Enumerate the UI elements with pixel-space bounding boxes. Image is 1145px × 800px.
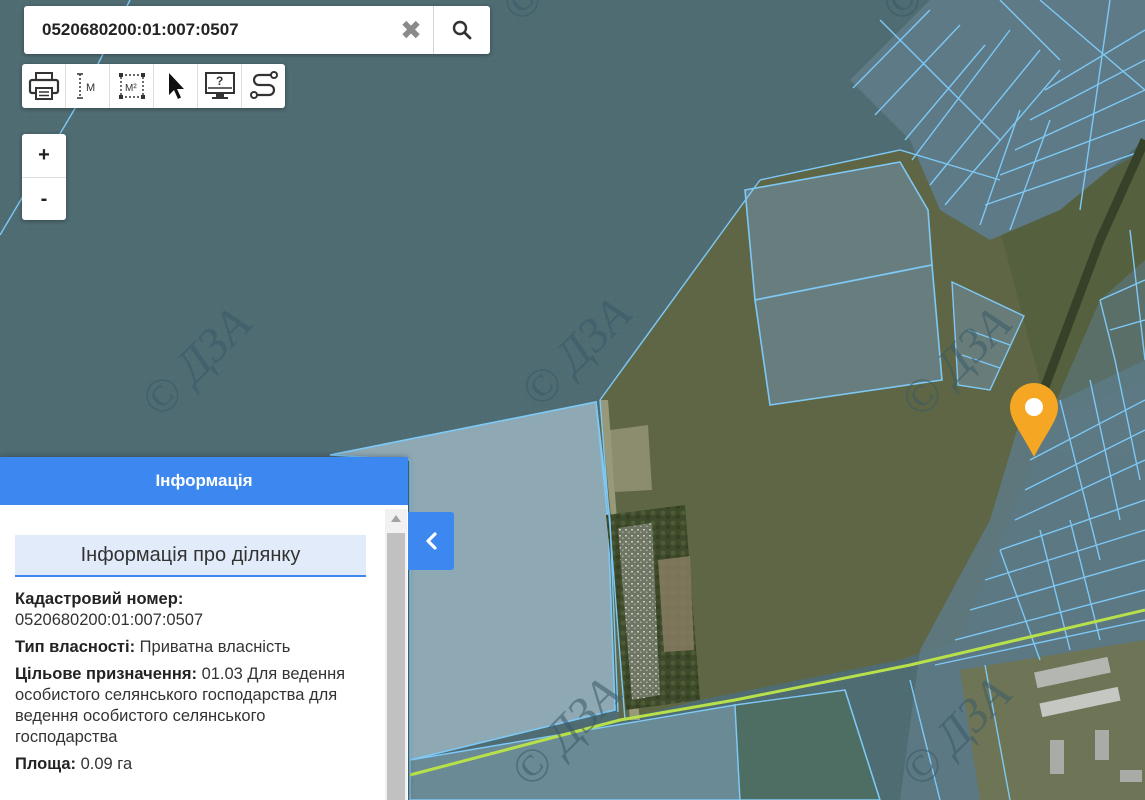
- search-icon: [452, 20, 472, 40]
- area-label: M²: [125, 83, 137, 94]
- map-tools-toolbar: M M² ?: [22, 64, 285, 108]
- cursor-icon: [168, 73, 184, 99]
- chevron-left-icon: [426, 532, 437, 550]
- area-icon: M²: [118, 73, 145, 99]
- area-label: Площа:: [15, 755, 76, 773]
- info-panel-header: Інформація: [0, 457, 408, 505]
- ownership-value: Приватна власність: [139, 638, 291, 656]
- ruler-icon: M: [76, 73, 95, 99]
- zoom-control: + -: [22, 134, 66, 220]
- print-button[interactable]: [22, 64, 66, 108]
- measure-distance-button[interactable]: M: [66, 64, 110, 108]
- search-button[interactable]: [433, 6, 490, 54]
- printer-icon: [28, 72, 59, 100]
- ownership-label: Тип власності:: [15, 638, 136, 656]
- parcel-section-title: Інформація про ділянку: [15, 535, 366, 577]
- info-panel: Інформація Інформація про ділянку Кадаст…: [0, 457, 408, 800]
- select-button[interactable]: [154, 64, 198, 108]
- scroll-up-button[interactable]: [385, 509, 407, 529]
- info-panel-scrollbar[interactable]: [385, 509, 407, 800]
- collapse-panel-button[interactable]: [408, 512, 454, 570]
- monitor-question-icon: ?: [204, 72, 235, 99]
- ruler-label: M: [86, 82, 95, 94]
- route-icon: [249, 71, 278, 99]
- search-input[interactable]: [24, 6, 389, 54]
- ownership-field: Тип власності: Приватна власність: [15, 637, 384, 658]
- cadastral-field: Кадастровий номер: 0520680200:01:007:050…: [15, 589, 384, 631]
- area-field: Площа: 0.09 га: [15, 754, 384, 775]
- purpose-field: Цільове призначення: 01.03 Для ведення о…: [15, 664, 384, 748]
- scroll-thumb[interactable]: [387, 533, 405, 800]
- search-bar: ✖: [24, 6, 490, 54]
- route-button[interactable]: [242, 64, 285, 108]
- zoom-out-button[interactable]: -: [22, 178, 66, 221]
- clear-search-button[interactable]: ✖: [389, 6, 433, 54]
- info-button[interactable]: ?: [198, 64, 242, 108]
- zoom-in-button[interactable]: +: [22, 134, 66, 178]
- area-value: 0.09 га: [80, 755, 133, 773]
- purpose-label: Цільове призначення:: [15, 665, 197, 683]
- info-panel-body: Інформація про ділянку Кадастровий номер…: [0, 505, 384, 800]
- cadastral-label: Кадастровий номер:: [15, 590, 184, 608]
- cadastral-value: 0520680200:01:007:0507: [15, 611, 204, 629]
- close-icon: ✖: [400, 14, 422, 45]
- measure-area-button[interactable]: M²: [110, 64, 154, 108]
- triangle-up-icon: [391, 515, 401, 522]
- info-label: ?: [216, 74, 223, 88]
